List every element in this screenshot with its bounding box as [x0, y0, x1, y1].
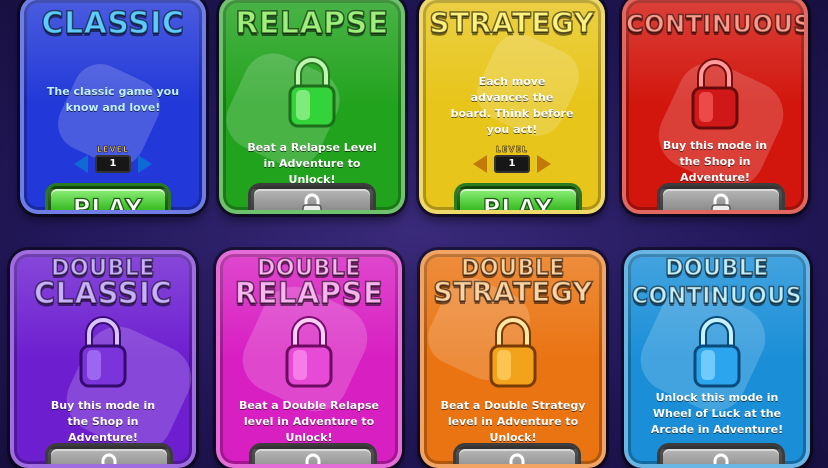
- level-prev-arrow-icon[interactable]: [74, 155, 88, 173]
- lock-icon: [691, 58, 739, 130]
- mode-description: Unlock this mode in Wheel of Luck at the…: [650, 391, 784, 436]
- play-button[interactable]: PLAY: [457, 186, 579, 214]
- locked-button[interactable]: [660, 186, 782, 210]
- locked-button[interactable]: [48, 446, 170, 464]
- level-prev-arrow-icon[interactable]: [473, 155, 487, 173]
- locked-button[interactable]: [251, 186, 373, 210]
- mode-title: CONTINUOUS: [626, 9, 808, 39]
- small-lock-icon: [302, 193, 322, 210]
- locked-button[interactable]: [660, 446, 782, 464]
- lock-icon: [288, 56, 336, 128]
- lock-icon: [285, 316, 333, 388]
- mode-card-double-strategy[interactable]: DOUBLE STRATEGY Beat a Double Strategy l…: [420, 250, 606, 468]
- mode-description: Buy this mode in the Shop in Adventure!: [662, 139, 768, 184]
- level-next-arrow-icon[interactable]: [537, 155, 551, 173]
- mode-title: CLASSIC: [33, 276, 173, 310]
- mode-description: Beat a Relapse Level in Adventure to Unl…: [247, 141, 377, 186]
- small-lock-icon: [711, 193, 731, 210]
- level-selector: LEVEL 1: [467, 145, 557, 179]
- locked-button[interactable]: [456, 446, 578, 464]
- mode-title: CLASSIC: [41, 5, 185, 42]
- mode-description: Beat a Double Relapse level in Adventure…: [238, 399, 380, 444]
- mode-description: Beat a Double Strategy level in Adventur…: [440, 399, 586, 444]
- mode-card-double-relapse[interactable]: DOUBLE RELAPSE Beat a Double Relapse lev…: [216, 250, 402, 468]
- mode-title-top: DOUBLE: [664, 256, 769, 281]
- locked-button[interactable]: [252, 446, 374, 464]
- mode-card-double-classic[interactable]: DOUBLE CLASSIC Buy this mode in the Shop…: [10, 250, 196, 468]
- mode-description: Buy this mode in the Shop in Adventure!: [50, 399, 156, 444]
- lock-icon: [489, 316, 537, 388]
- mode-card-relapse[interactable]: RELAPSE Beat a Relapse Level in Adventur…: [219, 0, 405, 214]
- play-button[interactable]: PLAY: [48, 186, 168, 214]
- level-next-arrow-icon[interactable]: [138, 155, 152, 173]
- mode-title: CONTINUOUS: [631, 283, 803, 310]
- level-label: LEVEL: [495, 145, 529, 154]
- level-value: 1: [95, 155, 131, 173]
- mode-card-continuous[interactable]: CONTINUOUS Buy this mode in the Shop in …: [622, 0, 808, 214]
- level-selector: LEVEL 1: [68, 145, 158, 179]
- level-label: LEVEL: [96, 145, 130, 154]
- mode-title: STRATEGY: [429, 5, 595, 40]
- play-button-label: PLAY: [482, 193, 554, 214]
- mode-description: The classic game you know and love!: [46, 85, 180, 114]
- mode-title: RELAPSE: [234, 5, 389, 42]
- play-button-label: PLAY: [72, 193, 144, 214]
- mode-description: Each move advances the board. Think befo…: [450, 75, 574, 136]
- mode-card-classic[interactable]: CLASSIC The classic game you know and lo…: [20, 0, 206, 214]
- lock-icon: [693, 316, 741, 388]
- mode-title: RELAPSE: [234, 276, 384, 310]
- mode-card-double-continuous[interactable]: DOUBLE CONTINUOUS Unlock this mode in Wh…: [624, 250, 810, 468]
- mode-card-strategy[interactable]: STRATEGY Each move advances the board. T…: [419, 0, 605, 214]
- level-value: 1: [494, 155, 530, 173]
- lock-icon: [79, 316, 127, 388]
- mode-title: STRATEGY: [433, 277, 593, 309]
